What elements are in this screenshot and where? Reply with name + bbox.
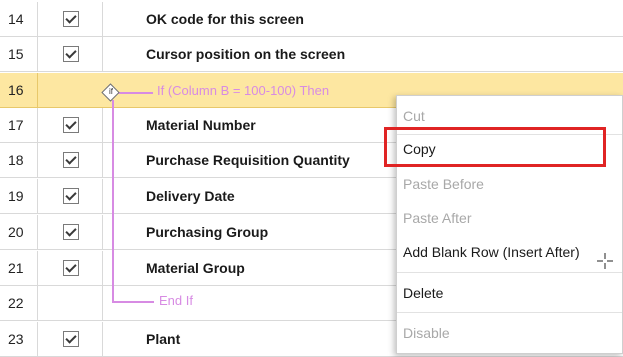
row-description: OK code for this screen (146, 11, 304, 27)
menu-item-add-blank-row[interactable]: Add Blank Row (Insert After) (397, 237, 622, 267)
copy-highlight-box (384, 127, 606, 167)
table-row[interactable]: 14 OK code for this screen (0, 2, 623, 37)
checkbox-checked-icon[interactable] (63, 11, 79, 27)
condition-connector (117, 92, 153, 94)
condition-end-text: End If (159, 293, 193, 308)
row-number: 16 (0, 73, 38, 107)
menu-item-delete[interactable]: Delete (397, 278, 622, 308)
row-number: 19 (0, 179, 38, 213)
checkbox-cell (38, 286, 103, 320)
checkbox-checked-icon[interactable] (63, 188, 79, 204)
checkbox-cell (38, 215, 103, 249)
checkbox-checked-icon[interactable] (63, 260, 79, 276)
row-number: 23 (0, 322, 38, 356)
checkbox-cell (38, 73, 103, 107)
checkbox-checked-icon[interactable] (63, 331, 79, 347)
checkbox-cell (38, 322, 103, 356)
checkbox-cell (38, 179, 103, 213)
menu-item-paste-before[interactable]: Paste Before (397, 169, 622, 199)
checkbox-cell (38, 251, 103, 285)
table-row[interactable]: 15 Cursor position on the screen (0, 37, 623, 72)
checkbox-checked-icon[interactable] (63, 117, 79, 133)
checkbox-checked-icon[interactable] (63, 152, 79, 168)
row-description: Cursor position on the screen (146, 46, 346, 62)
row-number: 18 (0, 143, 38, 177)
crosshair-cursor-icon (597, 253, 613, 269)
menu-separator (397, 272, 622, 273)
row-number: 17 (0, 108, 38, 142)
condition-glyph: if (109, 87, 113, 96)
condition-if-text: If (Column B = 100-100) Then (157, 83, 330, 98)
row-number: 20 (0, 215, 38, 249)
row-description: Purchasing Group (146, 224, 269, 240)
condition-end-connector (112, 301, 154, 303)
condition-vertical-line (112, 100, 114, 302)
menu-separator (397, 312, 622, 313)
checkbox-cell (38, 37, 103, 71)
checkbox-cell (38, 2, 103, 36)
menu-item-disable[interactable]: Disable (397, 318, 622, 348)
row-number: 21 (0, 251, 38, 285)
checkbox-cell (38, 108, 103, 142)
row-number: 15 (0, 37, 38, 71)
row-description: Material Group (146, 260, 245, 276)
row-number: 14 (0, 2, 38, 36)
row-number: 22 (0, 286, 38, 320)
checkbox-checked-icon[interactable] (63, 224, 79, 240)
checkbox-cell (38, 143, 103, 177)
menu-item-paste-after[interactable]: Paste After (397, 203, 622, 233)
checkbox-checked-icon[interactable] (63, 46, 79, 62)
row-description: Purchase Requisition Quantity (146, 152, 350, 168)
row-description: Plant (146, 331, 181, 347)
row-description: Delivery Date (146, 188, 235, 204)
row-description: Material Number (146, 117, 256, 133)
